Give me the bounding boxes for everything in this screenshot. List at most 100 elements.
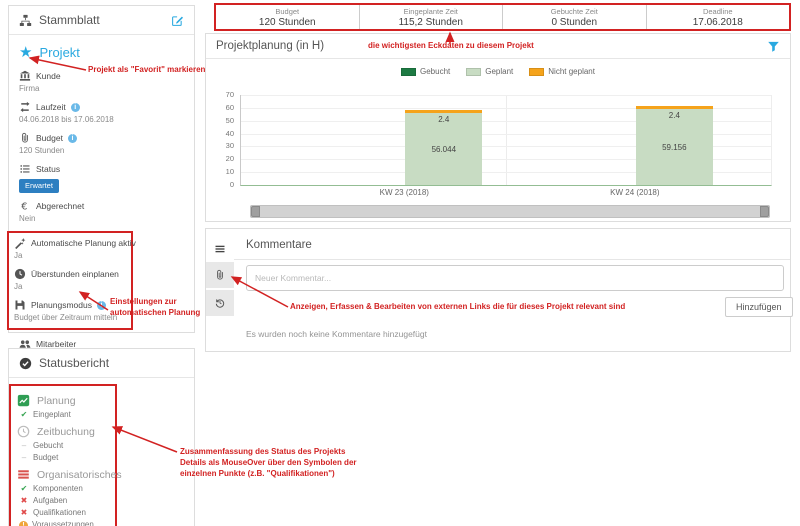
list-icon — [19, 163, 31, 175]
field-value: 04.06.2018 bis 17.06.2018 — [19, 115, 184, 125]
field-laufzeit: Laufzeit i 04.06.2018 bis 17.06.2018 — [19, 101, 184, 125]
y-tick-label: 30 — [214, 142, 234, 150]
status-ok-icon[interactable]: ✔ — [19, 484, 29, 494]
filter-icon[interactable] — [767, 40, 780, 53]
field-label: Status — [36, 164, 60, 175]
gridline — [241, 95, 771, 96]
chart-x-axis: KW 23 (2018) KW 24 (2018) — [240, 188, 770, 198]
field-label: Laufzeit — [36, 102, 66, 113]
y-tick-label: 40 — [214, 130, 234, 138]
transfer-icon — [19, 101, 31, 113]
wand-icon — [14, 237, 26, 249]
field-automatische-planung-aktiv: Automatische Planung aktivJa — [14, 237, 126, 261]
annotation-auto-planning: Einstellungen zur automatischen Planung — [110, 296, 200, 318]
bar-value-label: 2.4 — [636, 111, 713, 120]
annotation-status-summary: Zusammenfassung des Status des Projekts … — [180, 446, 357, 479]
status-fail-icon[interactable]: ✖ — [19, 508, 29, 518]
info-icon[interactable]: i — [71, 103, 80, 112]
metric-label: Deadline — [647, 7, 790, 16]
scrollbar-right-handle[interactable] — [760, 206, 769, 217]
clock-filled-icon — [14, 268, 26, 280]
status-group-label: Organisatorisches — [37, 469, 122, 481]
field-label: Kunde — [36, 71, 61, 82]
status-item: ✔Eingeplant — [19, 410, 109, 420]
bar-segment — [405, 110, 482, 113]
field-label: Planungsmodus — [31, 300, 92, 311]
history-tab[interactable] — [206, 290, 234, 316]
project-label: Projekt — [39, 45, 79, 60]
y-tick-label: 70 — [214, 91, 234, 99]
field-value: Firma — [19, 84, 184, 94]
divider — [234, 259, 790, 260]
paperclip-icon — [214, 269, 226, 281]
metric-value: 120 Stunden — [216, 17, 359, 29]
scrollbar-left-handle[interactable] — [251, 206, 260, 217]
chart-line-icon[interactable] — [17, 394, 30, 407]
status-item: ! Voraussetzungen — [19, 520, 109, 526]
status-warn-icon[interactable]: ! — [19, 521, 28, 526]
status-ok-icon[interactable]: ✔ — [19, 410, 29, 420]
sitemap-icon — [19, 14, 32, 27]
bar-value-label: 59.156 — [636, 143, 713, 152]
annotation-external-links: Anzeigen, Erfassen & Bearbeiten von exte… — [290, 301, 625, 312]
annotation-favorite: Projekt als "Favorit" markieren — [88, 64, 205, 75]
status-fail-icon[interactable]: ✖ — [19, 496, 29, 506]
edit-icon[interactable] — [171, 14, 184, 27]
paperclip-icon — [19, 132, 31, 144]
comments-empty-message: Es wurden noch keine Kommentare hinzugef… — [246, 329, 427, 339]
metric-item: Budget120 Stunden — [216, 5, 360, 29]
status-group: Planung✔Eingeplant — [17, 394, 109, 420]
chart-y-axis: 010203040506070 — [214, 95, 236, 185]
legend-swatch — [466, 68, 481, 76]
status-item: –Gebucht — [19, 441, 109, 451]
stammblatt-panel: Stammblatt ★ Projekt Kunde Firma Laufzeit i… — [8, 5, 195, 333]
disk-icon — [14, 299, 26, 311]
bank-icon — [19, 70, 31, 82]
rows-icon[interactable] — [17, 468, 30, 481]
external-links-tab[interactable] — [206, 262, 234, 288]
chart-range-scrollbar[interactable] — [250, 205, 770, 218]
field-status: StatusErwartet — [19, 163, 184, 193]
field--berstunden-einplanen: Überstunden einplanenJa — [14, 268, 126, 292]
status-item-label: Budget — [33, 453, 58, 463]
plot-area: 56.0442.459.1562.4 — [240, 95, 772, 186]
status-group: Zeitbuchung–Gebucht–Budget — [17, 425, 109, 463]
info-icon[interactable]: i — [97, 301, 106, 310]
field-value: Ja — [14, 282, 126, 292]
field-budget: Budgeti120 Stunden — [19, 132, 184, 156]
metric-value: 115,2 Stunden — [360, 17, 503, 29]
status-none-icon[interactable]: – — [19, 453, 29, 463]
status-group: Organisatorisches✔Komponenten✖Aufgaben✖Q… — [17, 468, 109, 526]
metric-value: 0 Stunden — [503, 17, 646, 29]
legend-item: Nicht geplant — [529, 67, 595, 76]
field-label: Abgerechnet — [36, 201, 84, 212]
x-tick-label: KW 23 (2018) — [380, 188, 429, 197]
status-none-icon[interactable]: – — [19, 441, 29, 451]
comments-title: Kommentare — [246, 239, 312, 251]
status-item-label: Voraussetzungen — [32, 520, 94, 526]
status-item-label: Aufgaben — [33, 496, 67, 506]
y-tick-label: 20 — [214, 155, 234, 163]
comments-tab[interactable] — [206, 236, 234, 262]
legend-item: Geplant — [466, 67, 513, 76]
metric-value: 17.06.2018 — [647, 17, 790, 29]
info-icon[interactable]: i — [68, 134, 77, 143]
clock-outline-icon[interactable] — [17, 425, 30, 438]
status-item-label: Komponenten — [33, 484, 83, 494]
x-tick-label: KW 24 (2018) — [610, 188, 659, 197]
page: Stammblatt ★ Projekt Kunde Firma Laufzeit i… — [0, 0, 800, 526]
y-tick-label: 50 — [214, 117, 234, 125]
y-tick-label: 0 — [214, 181, 234, 189]
metric-label: Budget — [216, 7, 359, 16]
favorite-star-icon[interactable]: ★ — [19, 46, 32, 60]
status-summary-red-box: Planung✔EingeplantZeitbuchung–Gebucht–Bu… — [9, 384, 117, 526]
status-group-label: Zeitbuchung — [37, 426, 95, 438]
status-item-label: Qualifikationen — [33, 508, 86, 518]
metric-label: Eingeplante Zeit — [360, 7, 503, 16]
bar-segment — [636, 106, 713, 109]
new-comment-input[interactable] — [246, 265, 784, 291]
add-comment-button[interactable]: Hinzufügen — [725, 297, 793, 317]
annotation-key-data: die wichtigsten Eckdaten zu diesem Proje… — [368, 40, 534, 51]
stammblatt-header: Stammblatt — [9, 6, 194, 35]
stammblatt-title: Stammblatt — [39, 13, 100, 27]
